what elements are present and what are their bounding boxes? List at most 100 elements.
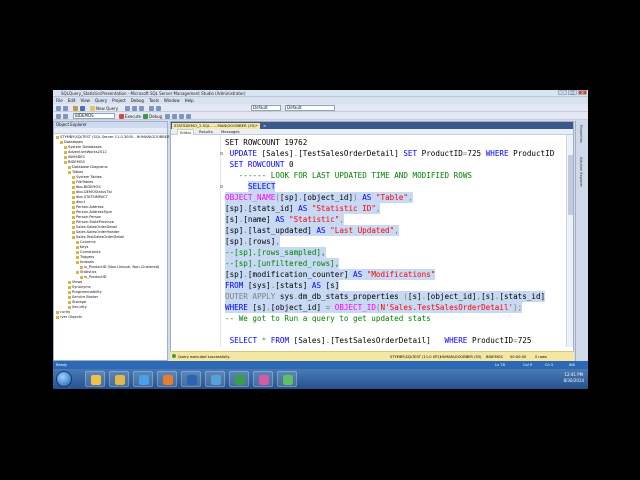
back-icon[interactable] xyxy=(56,105,61,111)
menu-debug[interactable]: Debug xyxy=(131,98,144,103)
maximize-button[interactable]: □ xyxy=(568,90,577,95)
taskbar-paint-button[interactable] xyxy=(253,371,273,387)
tree-node-label: FileTables xyxy=(76,180,94,184)
cut-icon[interactable] xyxy=(125,105,130,111)
menu-window[interactable]: Window xyxy=(164,98,180,103)
code-token: [s] xyxy=(252,303,267,312)
close-button[interactable]: × xyxy=(578,90,587,95)
code-line[interactable]: SET ROWCOUNT 19762 xyxy=(225,137,307,148)
taskbar-ie-button[interactable] xyxy=(133,371,153,387)
copy-icon[interactable] xyxy=(132,105,137,111)
folder-icon xyxy=(68,305,71,309)
new-query-icon[interactable] xyxy=(90,105,95,111)
window-title: SQLQuery_StatisticsPresentation - Micros… xyxy=(61,91,246,96)
system-clock[interactable]: 12:41 PM 8/30/2014 xyxy=(563,372,584,384)
parse-icon[interactable] xyxy=(172,113,177,119)
solution-explorer-tab[interactable]: Solution Explorer xyxy=(579,157,583,187)
disconnect-icon[interactable] xyxy=(63,113,68,119)
status-ins: INS xyxy=(569,363,576,367)
code-token: --[sp].[rows_sampled], xyxy=(225,248,326,257)
code-line[interactable]: ------ LOOK FOR LAST UPDATED TIME AND MO… xyxy=(239,170,472,181)
taskbar-ssms-button[interactable] xyxy=(181,371,201,387)
code-line[interactable]: UPDATE [Sales].[TestSalesOrderDetail] SE… xyxy=(230,148,555,159)
collapse-toggle[interactable] xyxy=(220,152,223,155)
code-line[interactable]: [sp].[stats_id] AS "Statistic ID", xyxy=(225,203,381,214)
paste-icon[interactable] xyxy=(139,105,144,111)
code-line[interactable]: --[sp].[unfiltered_rows], xyxy=(225,258,340,269)
code-token: ); xyxy=(513,303,523,312)
taskbar-chat-button[interactable] xyxy=(277,371,297,387)
code-token: AS xyxy=(353,270,367,279)
menu-view[interactable]: View xyxy=(80,98,90,103)
menu-project[interactable]: Project xyxy=(112,98,126,103)
combo-default-1[interactable]: Default xyxy=(251,105,281,111)
taskbar-folder-button[interactable] xyxy=(109,371,129,387)
code-line[interactable]: [s].[name] AS "Statistic", xyxy=(225,214,344,225)
debug-icon[interactable] xyxy=(143,113,148,119)
code-line[interactable]: OBJECT_NAME([sp].[object_id]) AS "Table"… xyxy=(225,192,413,203)
menu-tools[interactable]: Tools xyxy=(149,98,159,103)
tree-node[interactable]: rver Objects xyxy=(54,315,167,320)
code-line[interactable]: [sp].[rows], xyxy=(225,236,280,247)
open-folder-icon[interactable] xyxy=(73,105,78,111)
folder-icon xyxy=(76,245,79,249)
code-area[interactable]: SET ROWCOUNT 19762 UPDATE [Sales].[TestSa… xyxy=(171,135,567,347)
undo-icon[interactable] xyxy=(149,105,154,111)
code-line[interactable]: --[sp].[rows_sampled], xyxy=(225,247,326,258)
excel-icon xyxy=(235,375,245,385)
connect-icon[interactable] xyxy=(56,113,61,119)
code-line[interactable]: WHERE [s].[object_id] = OBJECT_ID(N'Sale… xyxy=(225,302,523,313)
code-line[interactable]: SET ROWCOUNT 0 xyxy=(230,159,294,170)
code-line[interactable]: [sp].[modification_counter] AS "Modifica… xyxy=(225,269,436,280)
code-line[interactable]: OUTER APPLY sys.dm_db_stats_properties (… xyxy=(225,291,546,302)
taskbar-excel-button[interactable] xyxy=(229,371,249,387)
new-query-button[interactable]: New Query xyxy=(96,106,118,111)
vertical-scrollbar[interactable] xyxy=(566,135,573,347)
menu-query[interactable]: Query xyxy=(95,98,107,103)
code-line[interactable]: -- We got to Run a query to get updated … xyxy=(225,313,431,324)
tree-node-label: dbo.DEMOStatusTbl xyxy=(76,190,112,194)
tree-node-label: Service Broker xyxy=(72,295,99,299)
cancel-query-icon[interactable] xyxy=(165,113,170,119)
folder-icon xyxy=(68,290,71,294)
combo-default-2[interactable]: Default xyxy=(285,105,335,111)
code-token: [object_id] xyxy=(270,303,326,312)
execute-icon[interactable] xyxy=(119,113,124,119)
collapse-toggle[interactable] xyxy=(220,185,223,188)
scroll-thumb[interactable] xyxy=(568,155,573,215)
code-token: OBJECT_ID xyxy=(334,303,376,312)
menu-edit[interactable]: Edit xyxy=(68,98,76,103)
tree-node-label: Statistics xyxy=(80,270,97,274)
save-icon[interactable] xyxy=(80,105,85,111)
code-line[interactable]: FROM [sys].[stats] AS [s] xyxy=(225,280,340,291)
folder-icon xyxy=(76,240,79,244)
code-line[interactable]: [sp].[last_updated] AS "Last Updated", xyxy=(225,225,399,236)
taskbar-media-button[interactable] xyxy=(157,371,177,387)
database-select[interactable]: BIDEMOS xyxy=(73,113,115,119)
taskbar-calc-button[interactable] xyxy=(205,371,225,387)
success-icon xyxy=(172,354,176,358)
forward-icon[interactable] xyxy=(63,105,68,111)
code-token: SET ROWCOUNT xyxy=(229,160,290,169)
code-token: dm_db_stats_properties xyxy=(298,292,404,301)
tree-node-label: dbo.BIDEMOS xyxy=(76,185,101,189)
code-token: 725 xyxy=(467,149,486,158)
code-line[interactable]: SELECT * FROM [Sales].[TestSalesOrderDet… xyxy=(230,335,532,346)
properties-tab[interactable]: Properties xyxy=(579,125,583,143)
execute-button[interactable]: Execute xyxy=(125,114,141,119)
debug-button[interactable]: Debug xyxy=(149,114,162,119)
display-plan-icon[interactable] xyxy=(179,113,184,119)
query-options-icon[interactable] xyxy=(186,113,191,119)
code-line[interactable]: SELECT xyxy=(248,181,276,192)
window-controls: – □ × xyxy=(558,90,587,96)
code-token: FROM xyxy=(270,336,294,345)
minimize-button[interactable]: – xyxy=(558,90,567,95)
redo-icon[interactable] xyxy=(156,105,161,111)
code-token: OBJECT_NAME xyxy=(225,193,276,202)
menu-help[interactable]: Help xyxy=(185,98,194,103)
taskbar-explorer-button[interactable] xyxy=(85,371,105,387)
start-button[interactable] xyxy=(56,371,72,387)
tree-node-label: Synonyms xyxy=(72,285,91,289)
menu-file[interactable]: File xyxy=(56,98,63,103)
code-token: "Modifications" xyxy=(366,270,436,279)
